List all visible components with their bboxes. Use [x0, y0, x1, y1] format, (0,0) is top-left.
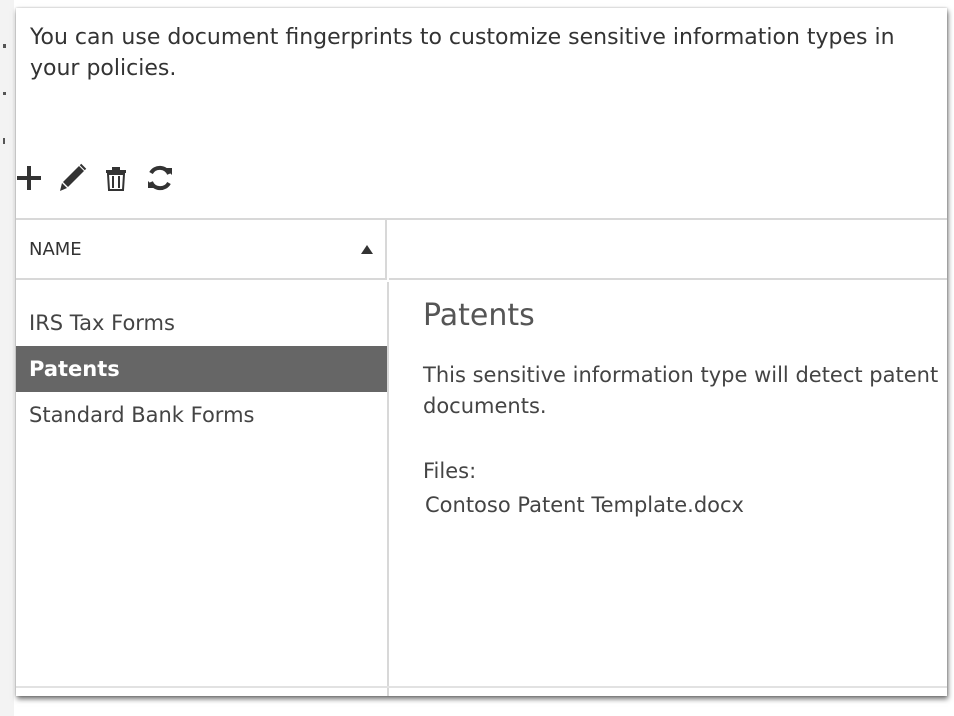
background-artifact	[3, 138, 5, 144]
document-fingerprints-panel: You can use document fingerprints to cus…	[16, 8, 947, 696]
delete-button[interactable]	[94, 158, 138, 198]
background-window-edge	[0, 0, 14, 716]
add-button[interactable]	[16, 158, 50, 198]
background-artifact	[3, 44, 6, 48]
name-column-label: NAME	[29, 238, 82, 260]
toolbar	[16, 158, 182, 198]
detail-header-cell	[389, 220, 947, 280]
intro-text: You can use document fingerprints to cus…	[30, 25, 895, 81]
edit-button[interactable]	[50, 158, 94, 198]
trash-icon	[106, 167, 126, 191]
fingerprint-list: IRS Tax Forms Patents Standard Bank Form…	[16, 282, 389, 696]
files-label: Files:	[423, 459, 477, 483]
list-item-standard-bank-forms[interactable]: Standard Bank Forms	[16, 392, 387, 438]
list-item-patents[interactable]: Patents	[16, 346, 387, 392]
fingerprints-grid: NAME IRS Tax Forms Patents Standard Bank…	[16, 218, 947, 696]
pencil-icon	[60, 163, 87, 191]
name-column-header[interactable]: NAME	[16, 220, 387, 280]
sort-ascending-icon	[361, 245, 373, 254]
screenshot-stage: You can use document fingerprints to cus…	[0, 0, 954, 716]
refresh-button[interactable]	[138, 158, 182, 198]
detail-pane: Patents This sensitive information type …	[389, 282, 938, 686]
list-item-irs-tax-forms[interactable]: IRS Tax Forms	[16, 300, 387, 346]
detail-description: This sensitive information type will det…	[423, 363, 939, 418]
grid-bottom-divider	[16, 686, 947, 688]
plus-icon	[17, 166, 41, 190]
background-artifact	[3, 92, 6, 95]
file-item[interactable]: Contoso Patent Template.docx	[425, 490, 934, 521]
detail-title: Patents	[423, 298, 535, 333]
refresh-icon	[148, 165, 172, 191]
